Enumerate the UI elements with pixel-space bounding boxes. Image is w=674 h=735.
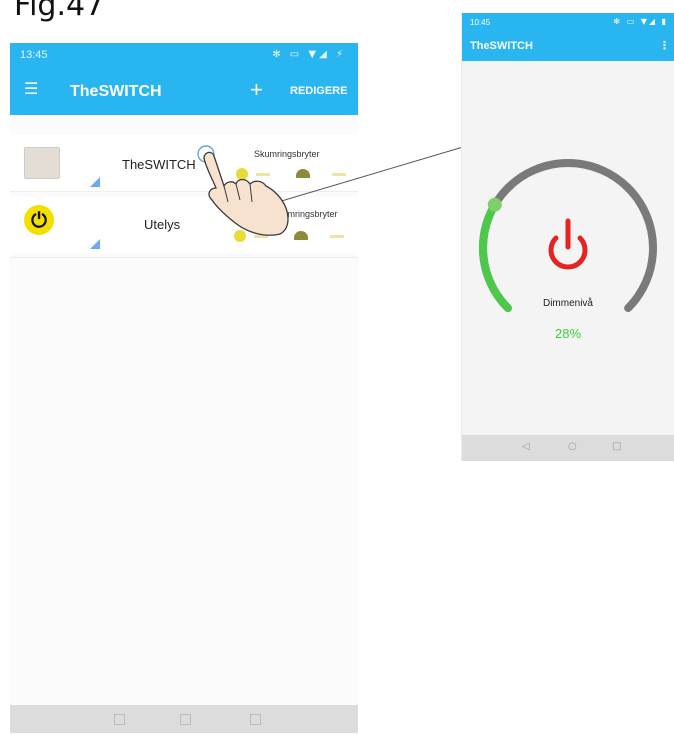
nav-recent-icon[interactable] xyxy=(250,714,261,725)
dusk-icon xyxy=(294,231,308,240)
dial-level-arc xyxy=(478,200,512,313)
power-button-icon[interactable] xyxy=(548,218,588,270)
dial-handle[interactable] xyxy=(487,197,502,212)
nav-back-icon[interactable]: ◁ xyxy=(522,441,530,452)
app-bar: TheSWITCH ⋮ xyxy=(462,33,674,61)
dusk-icon xyxy=(296,169,310,178)
dimmer-value: 28% xyxy=(554,326,582,341)
threshold-bar xyxy=(330,235,344,238)
status-bar: 13:45 ✻ ▭ ▼◢ ⚡ xyxy=(10,43,358,69)
device-name: Utelys xyxy=(144,217,181,232)
threshold-bar xyxy=(332,173,346,176)
status-icons: ✻ ▭ ▼◢ ⚡ xyxy=(272,49,346,60)
figure-label: Fig.47 xyxy=(14,0,105,23)
corner-indicator-icon xyxy=(90,177,100,187)
edit-button[interactable]: REDIGERE xyxy=(290,85,347,97)
right-phone-screen: 10:45 ✻ ▭ ▼◢ ▮ TheSWITCH ⋮ Dimmenivå 28%… xyxy=(461,13,674,461)
device-thumbnail xyxy=(24,147,60,179)
device-row-theswitch[interactable]: TheSWITCH Skumringsbryter xyxy=(10,135,358,192)
navigation-bar xyxy=(10,705,358,733)
nav-home-icon[interactable] xyxy=(180,714,191,725)
status-bar: 10:45 ✻ ▭ ▼◢ ▮ xyxy=(462,13,674,33)
status-icons: ✻ ▭ ▼◢ ▮ xyxy=(613,17,668,26)
dimmer-label: Dimmenivå xyxy=(542,298,593,309)
list-divider xyxy=(10,257,358,258)
left-phone-screen: 13:45 ✻ ▭ ▼◢ ⚡ ☰ TheSWITCH + REDIGERE Th… xyxy=(10,43,358,733)
device-row-utelys[interactable]: ⏻ Utelys Skumringsbryter xyxy=(10,197,358,253)
app-bar: ☰ TheSWITCH + REDIGERE xyxy=(10,69,358,115)
navigation-bar: ◁ ○ □ xyxy=(462,435,674,461)
nav-back-icon[interactable] xyxy=(114,714,125,725)
corner-indicator-icon xyxy=(90,239,100,249)
nav-recent-icon[interactable]: □ xyxy=(612,441,621,452)
status-time: 10:45 xyxy=(470,18,491,27)
status-time: 13:45 xyxy=(20,49,48,61)
add-icon[interactable]: + xyxy=(250,77,263,103)
menu-icon[interactable]: ☰ xyxy=(24,79,40,99)
app-title: TheSWITCH xyxy=(470,40,533,52)
device-name: TheSWITCH xyxy=(122,157,196,172)
overflow-menu-icon[interactable]: ⋮ xyxy=(659,39,670,52)
power-icon[interactable]: ⏻ xyxy=(24,205,54,235)
hand-pointer-icon xyxy=(197,145,289,236)
app-title: TheSWITCH xyxy=(70,83,162,100)
nav-home-icon[interactable]: ○ xyxy=(568,441,577,452)
